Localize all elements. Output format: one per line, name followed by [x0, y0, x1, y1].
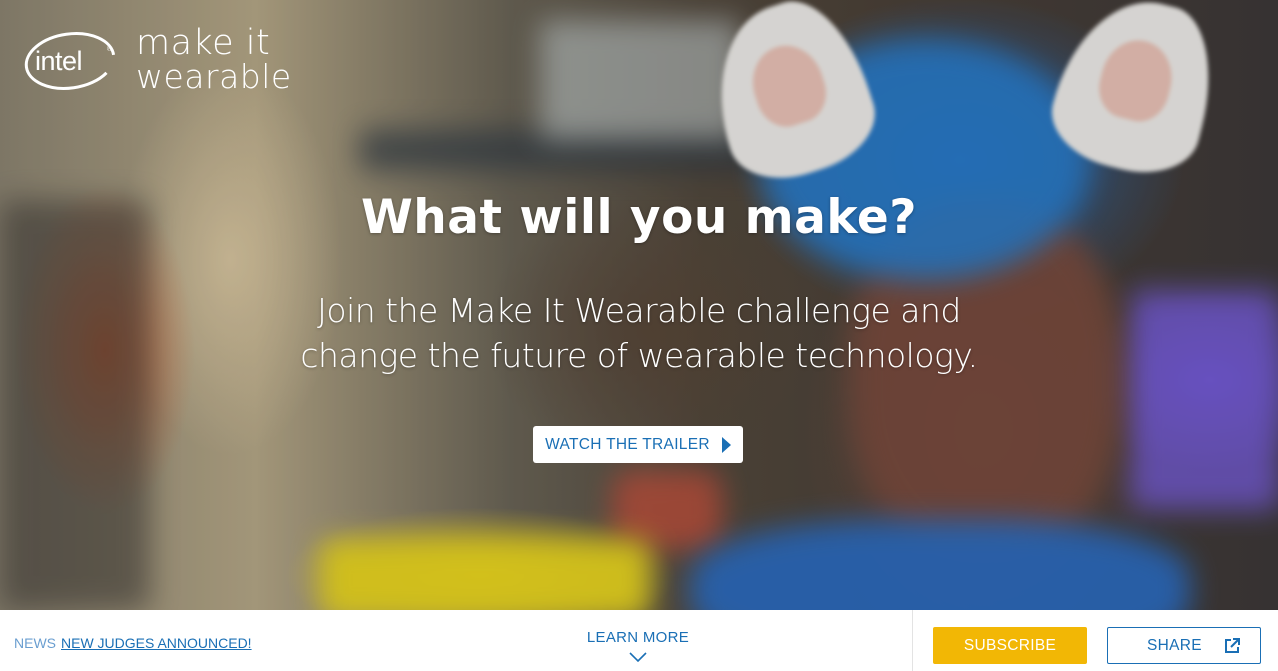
tagline-line-2: wearable [136, 57, 292, 96]
news-link[interactable]: NEW JUDGES ANNOUNCED! [61, 635, 252, 651]
brand-tagline: make it wearable [136, 26, 292, 94]
share-label: SHARE [1147, 636, 1202, 654]
watch-trailer-button[interactable]: WATCH THE TRAILER [533, 426, 743, 463]
subheadline-line-1: Join the Make It Wearable challenge and [317, 291, 961, 330]
registered-mark: ® [107, 46, 113, 53]
intel-wordmark: intel [35, 46, 83, 76]
news-ticker: NEWS NEW JUDGES ANNOUNCED! [14, 635, 252, 651]
watch-trailer-label: WATCH THE TRAILER [545, 435, 710, 453]
share-button[interactable]: SHARE [1107, 627, 1261, 664]
chevron-down-icon [629, 652, 647, 662]
page-subheadline: Join the Make It Wearable challenge and … [300, 288, 978, 378]
news-tag: NEWS [14, 635, 56, 651]
external-link-icon [1225, 638, 1240, 653]
subscribe-label: SUBSCRIBE [963, 636, 1057, 654]
learn-more-label: LEARN MORE [586, 629, 690, 646]
brand[interactable]: intel ® make it wearable [22, 26, 292, 94]
play-icon [721, 436, 731, 453]
learn-more-button[interactable]: LEARN MORE [578, 629, 698, 662]
page-headline: What will you make? [360, 190, 918, 245]
tagline-line-1: make it [136, 23, 271, 63]
subscribe-button[interactable]: SUBSCRIBE [933, 627, 1087, 664]
subheadline-line-2: change the future of wearable technology… [300, 336, 978, 375]
intel-logo: intel ® [22, 26, 120, 92]
bottom-bar-divider [912, 610, 913, 671]
